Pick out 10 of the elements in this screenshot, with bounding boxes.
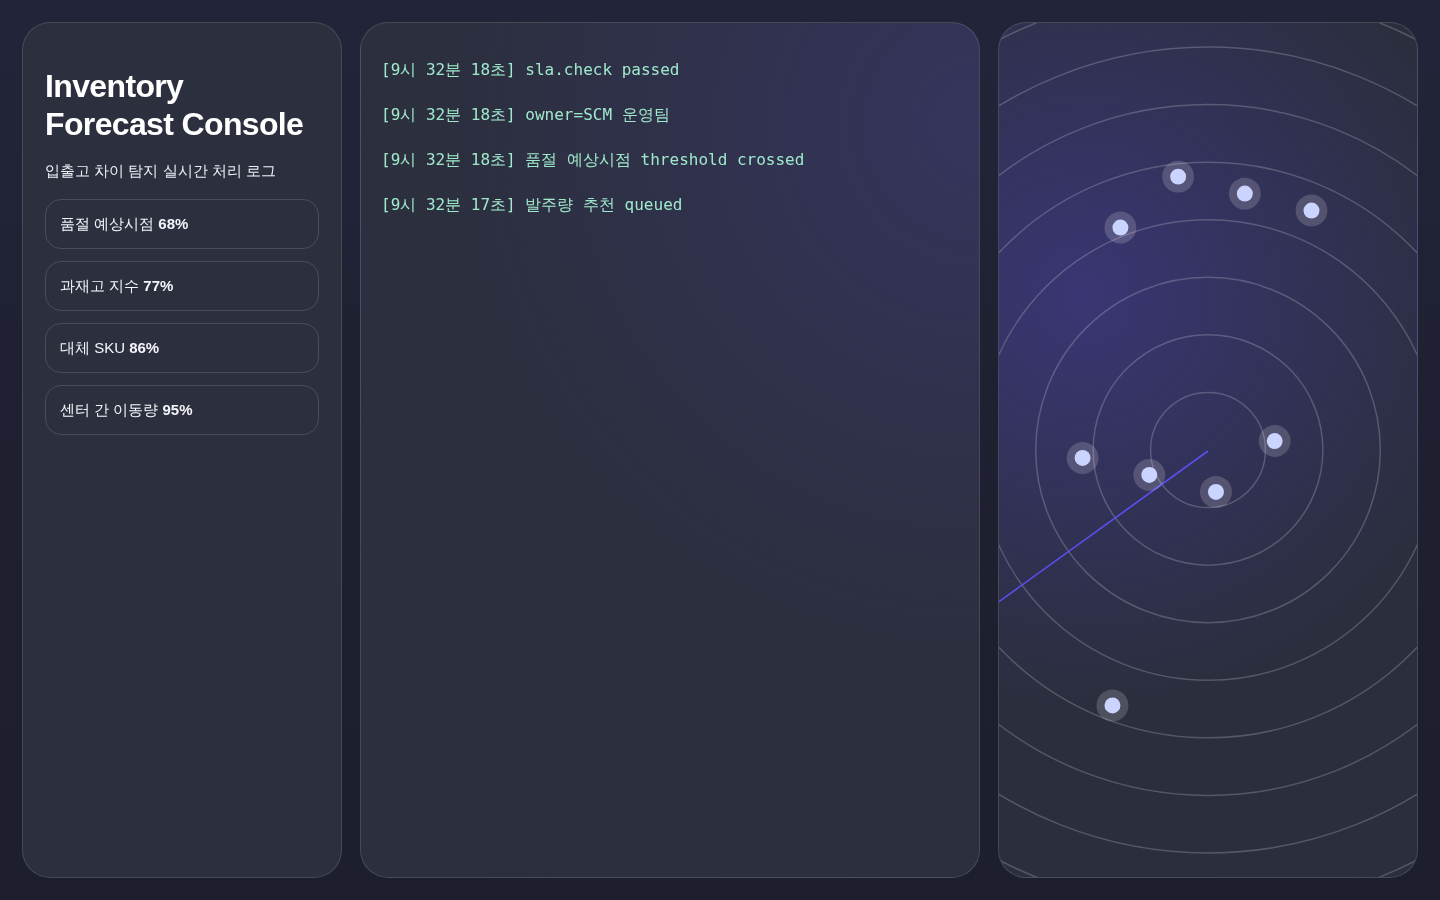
log-line: [9시 32분 18초] owner=SCM 운영팀: [381, 104, 671, 125]
console-subtitle: 입출고 차이 탐지 실시간 처리 로그: [45, 161, 277, 181]
metric-card: 과재고 지수 77%: [45, 261, 319, 311]
log-line: [9시 32분 18초] sla.check passed: [381, 59, 681, 80]
log-line: [9시 32분 17초] 발주량 추천 queued: [381, 194, 684, 215]
log-line: [9시 32분 18초] 품절 예상시점 threshold crossed: [381, 149, 806, 170]
metric-card: 품절 예상시점 68%: [45, 199, 319, 249]
console-title: Inventory Forecast Console: [45, 67, 305, 143]
metric-card: 센터 간 이동량 95%: [45, 385, 319, 435]
metric-card: 대체 SKU 86%: [45, 323, 319, 373]
